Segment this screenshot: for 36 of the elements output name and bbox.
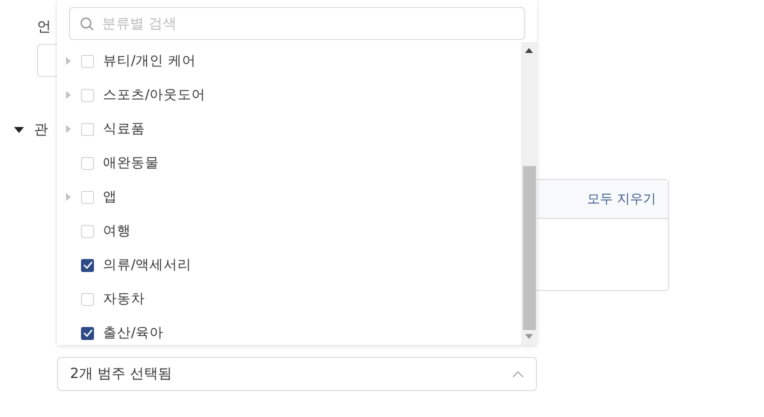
selected-summary: 2개 범주 선택됨 [70, 365, 172, 383]
category-option[interactable]: 자동차 [57, 282, 521, 316]
category-option[interactable]: 애완동물 [57, 146, 521, 180]
expand-arrow-icon[interactable] [66, 57, 71, 65]
option-label: 자동차 [103, 290, 145, 308]
checkbox[interactable] [81, 258, 94, 272]
option-label: 애완동물 [103, 154, 159, 172]
category-option[interactable]: 여행 [57, 214, 521, 248]
expand-arrow-icon[interactable] [66, 193, 71, 201]
chevron-up-icon [512, 370, 524, 378]
expand-arrow-icon[interactable] [66, 125, 71, 133]
category-option[interactable]: 의류/액세서리 [57, 248, 521, 282]
search-field[interactable]: 분류별 검색 [69, 7, 525, 40]
option-label: 앱 [103, 188, 117, 206]
scroll-up-icon[interactable] [525, 48, 533, 53]
category-select[interactable]: 2개 범주 선택됨 [57, 357, 537, 391]
caret-down-icon[interactable] [14, 126, 24, 134]
option-label: 식료품 [103, 120, 145, 138]
category-option[interactable]: 스포츠/아웃도어 [57, 78, 521, 112]
option-label: 뷰티/개인 케어 [103, 52, 196, 70]
section-title: 관 [34, 121, 48, 139]
category-option[interactable]: 식료품 [57, 112, 521, 146]
scrollbar[interactable] [521, 42, 537, 345]
checkbox[interactable] [81, 326, 94, 340]
expand-arrow-icon[interactable] [66, 91, 71, 99]
category-option[interactable]: 출산/육아 [57, 316, 521, 350]
clear-all-link[interactable]: 모두 지우기 [586, 190, 656, 208]
option-label: 스포츠/아웃도어 [103, 86, 206, 104]
scroll-down-icon[interactable] [525, 334, 533, 339]
scroll-thumb[interactable] [522, 166, 536, 330]
field-label: 언 [37, 18, 51, 37]
category-option[interactable]: 앱 [57, 180, 521, 214]
option-label: 의류/액세서리 [103, 256, 192, 274]
option-label: 여행 [103, 222, 131, 240]
category-option[interactable]: 뷰티/개인 케어 [57, 44, 521, 78]
option-label: 출산/육아 [103, 324, 164, 342]
